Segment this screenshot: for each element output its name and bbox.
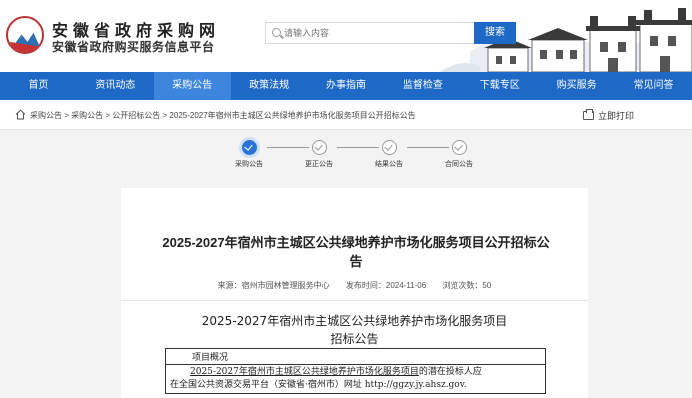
check-icon	[311, 140, 327, 155]
step-label: 结果公告	[375, 161, 403, 168]
step-label: 合同公告	[445, 161, 473, 168]
notice-view-count: 浏览次数：50	[442, 281, 492, 290]
breadcrumb-item-current: 2025-2027年宿州市主城区公共绿地养护市场化服务项目公开招标公告	[169, 111, 416, 120]
breadcrumb: 采购公告 > 采购公告 > 公开招标公告 > 2025-2027年宿州市主城区公…	[30, 111, 416, 120]
search-box	[265, 22, 475, 44]
main-nav: 首页 资讯动态 采购公告 政策法规 办事指南 监督检查 下载专区 购买服务 常见…	[0, 72, 692, 100]
search-input[interactable]	[284, 25, 464, 41]
nav-item-guide[interactable]: 办事指南	[308, 72, 385, 100]
notice-stage-steps: 采购公告 更正公告 结果公告 合同公告	[0, 130, 692, 180]
nav-item-home[interactable]: 首页	[0, 72, 77, 100]
nav-item-supervision[interactable]: 监督检查	[384, 72, 461, 100]
print-button[interactable]: 立即打印	[583, 109, 634, 122]
site-header: 安徽省政府采购网 安徽省政府购买服务信息平台 请输入内容 搜索	[0, 0, 692, 72]
check-icon	[381, 140, 397, 155]
site-subtitle: 安徽省政府购买服务信息平台	[52, 40, 215, 54]
notice-title: 2025-2027年宿州市主城区公共绿地养护市场化服务项目公开招标公告	[162, 235, 550, 269]
step-label: 采购公告	[235, 161, 263, 168]
step-procurement-notice[interactable]: 采购公告	[219, 140, 279, 169]
notice-document: 2025-2027年宿州市主城区公共绿地养护市场化服务项目公开招标公告 来源：宿…	[121, 188, 588, 398]
check-icon	[451, 140, 467, 155]
breadcrumb-item-notices[interactable]: 采购公告	[71, 111, 103, 120]
overview-paragraph: 2025-2027年宿州市主城区公共绿地养护市场化服务项目的潜在投标人应 在全国…	[165, 364, 546, 394]
notice-subtitle: 2025-2027年宿州市主城区公共绿地养护市场化服务项目 招标公告	[201, 314, 508, 346]
platform-link-line[interactable]: 在全国公共资源交易平台（安徽省·宿州市）网址 http://ggzy.jy.ah…	[170, 379, 541, 392]
step-correction-notice[interactable]: 更正公告	[289, 140, 349, 169]
nav-item-procurement-notices[interactable]: 采购公告	[153, 72, 231, 100]
breadcrumb-item-open-tender[interactable]: 公开招标公告	[112, 111, 160, 120]
notice-meta: 来源：宿州市园林管理服务中心 发布时间：2024-11-06 浏览次数：50	[121, 280, 588, 291]
step-result-notice[interactable]: 结果公告	[359, 140, 419, 169]
nav-item-downloads[interactable]: 下载专区	[461, 72, 538, 100]
breadcrumb-bar: 采购公告 > 采购公告 > 公开招标公告 > 2025-2027年宿州市主城区公…	[0, 100, 692, 130]
divider	[121, 300, 588, 301]
nav-item-faq[interactable]: 常见问答	[615, 72, 692, 100]
step-contract-notice[interactable]: 合同公告	[429, 140, 489, 169]
print-label: 立即打印	[598, 111, 635, 121]
step-label: 更正公告	[305, 161, 333, 168]
nav-item-policies[interactable]: 政策法规	[231, 72, 308, 100]
search-button[interactable]: 搜索	[474, 22, 516, 44]
project-overview-table: 项目概况 2025-2027年宿州市主城区公共绿地养护市场化服务项目的潜在投标人…	[165, 348, 546, 394]
check-icon	[241, 140, 257, 155]
home-icon[interactable]	[15, 109, 26, 120]
nav-item-news[interactable]: 资讯动态	[77, 72, 154, 100]
nav-item-purchase-services[interactable]: 购买服务	[538, 72, 615, 100]
notice-publish-time: 发布时间：2024-11-06	[345, 281, 427, 290]
section-heading: 项目概况	[165, 348, 546, 365]
breadcrumb-item-procurement[interactable]: 采购公告	[30, 111, 62, 120]
notice-source: 来源：宿州市园林管理服务中心	[217, 281, 330, 290]
search-icon	[272, 28, 281, 37]
printer-icon	[583, 109, 594, 120]
site-logo-icon[interactable]	[6, 16, 44, 54]
